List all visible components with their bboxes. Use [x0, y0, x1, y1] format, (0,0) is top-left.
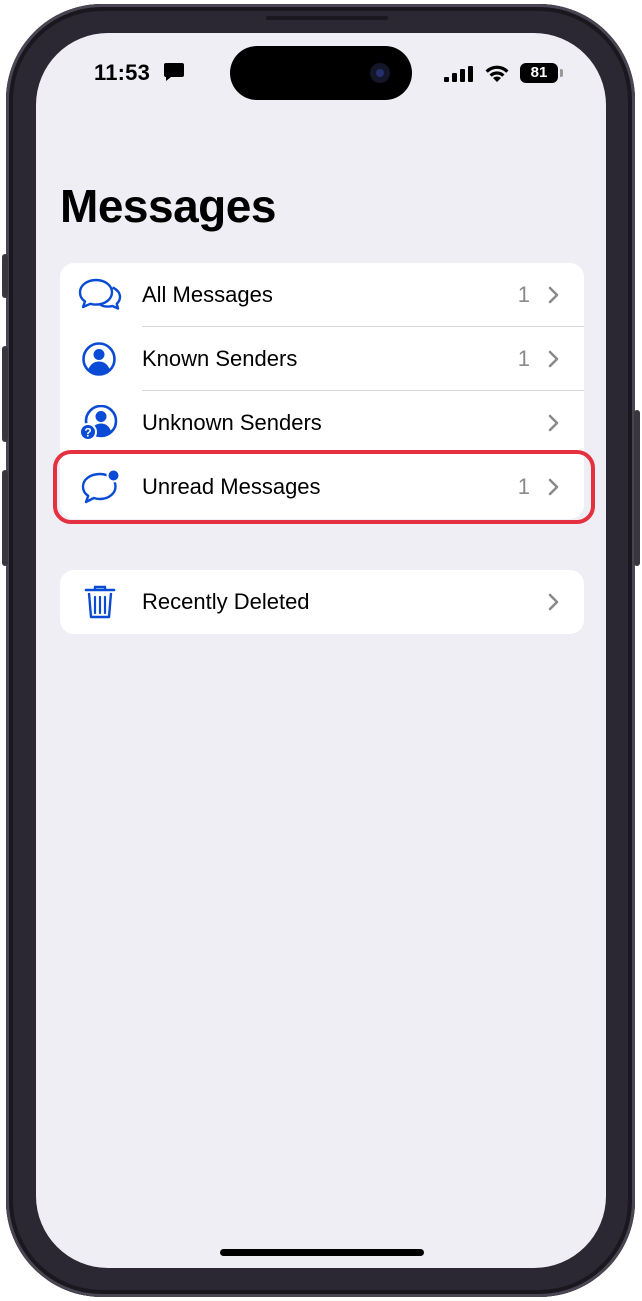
- dynamic-island: [230, 46, 412, 100]
- volume-down-button: [2, 470, 8, 566]
- filter-count: 1: [517, 346, 530, 371]
- page-title: Messages: [60, 180, 276, 232]
- person-question-icon: ?: [79, 405, 118, 441]
- home-indicator[interactable]: [220, 1249, 424, 1256]
- chevron-right-icon: [548, 593, 559, 611]
- other-list: Recently Deleted: [60, 570, 584, 634]
- action-button: [2, 254, 8, 298]
- chevron-right-icon: [548, 286, 559, 304]
- status-time: 11:53: [94, 60, 151, 85]
- chevron-right-icon: [548, 478, 559, 496]
- filter-label: Unknown Senders: [142, 410, 322, 435]
- battery-level: 81: [520, 63, 558, 83]
- recently-deleted-row[interactable]: Recently Deleted: [60, 570, 584, 634]
- filter-label: All Messages: [142, 282, 273, 307]
- filter-all-messages[interactable]: All Messages 1: [60, 263, 584, 327]
- filter-label: Unread Messages: [142, 474, 321, 499]
- wifi-icon: [485, 65, 509, 82]
- svg-text:?: ?: [84, 426, 91, 440]
- cellular-signal-icon: [444, 66, 473, 82]
- power-button: [634, 410, 640, 566]
- message-notification-icon: [164, 63, 184, 81]
- chevron-right-icon: [548, 414, 559, 432]
- row-label: Recently Deleted: [142, 589, 310, 614]
- camera-icon: [370, 63, 390, 83]
- volume-up-button: [2, 346, 8, 442]
- trash-icon: [84, 585, 116, 619]
- filter-known-senders[interactable]: Known Senders 1: [60, 327, 584, 391]
- filter-unread-messages[interactable]: Unread Messages 1: [53, 450, 595, 524]
- chevron-right-icon: [548, 350, 559, 368]
- filter-count: 1: [517, 282, 530, 307]
- battery-tip: [560, 69, 563, 77]
- filter-label: Known Senders: [142, 346, 298, 371]
- highlight-box: [53, 450, 595, 524]
- filter-unknown-senders[interactable]: ? Unknown Senders: [60, 391, 584, 455]
- person-circle-icon: [82, 342, 116, 376]
- chat-bubble-unread-icon: [81, 469, 121, 504]
- filters-list: All Messages 1 Known Senders 1 ? Unknown…: [53, 263, 595, 524]
- chat-bubbles-icon: [78, 278, 122, 310]
- frame-edge: [266, 16, 388, 20]
- screen: 11:53 81 Messages All Messages 1 Known S…: [36, 33, 606, 1268]
- filter-count: 1: [517, 474, 530, 499]
